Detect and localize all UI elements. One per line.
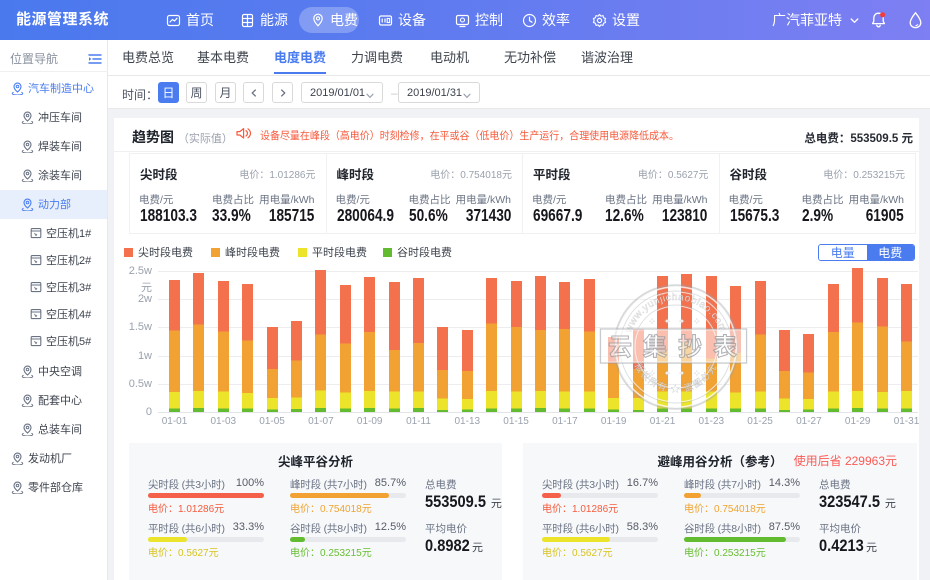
svg-text:✦ ✦ ✦ ✦: ✦ ✦ ✦ ✦ xyxy=(649,317,703,326)
svg-text:云集抄表: 云集抄表 xyxy=(608,334,748,361)
svg-text:✦ ✦ ✦ ✦: ✦ ✦ ✦ ✦ xyxy=(649,369,703,378)
